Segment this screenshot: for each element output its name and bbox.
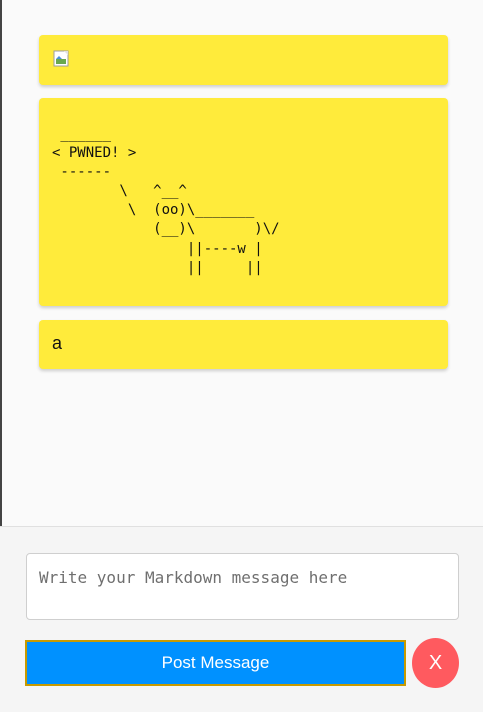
ascii-art-text: ______ < PWNED! > ------ \ ^__^ \ (oo)\_… [52, 126, 280, 276]
message-list: ______ < PWNED! > ------ \ ^__^ \ (oo)\_… [2, 0, 483, 526]
message-card [39, 35, 448, 85]
message-composer: Post Message X [0, 526, 483, 712]
broken-image-icon [53, 50, 69, 67]
message-card: ______ < PWNED! > ------ \ ^__^ \ (oo)\_… [39, 98, 448, 306]
message-card: a [39, 320, 448, 369]
markdown-message-input[interactable] [26, 553, 459, 620]
post-message-button[interactable]: Post Message [25, 640, 406, 686]
message-text: a [52, 333, 63, 353]
close-button[interactable]: X [412, 638, 459, 688]
